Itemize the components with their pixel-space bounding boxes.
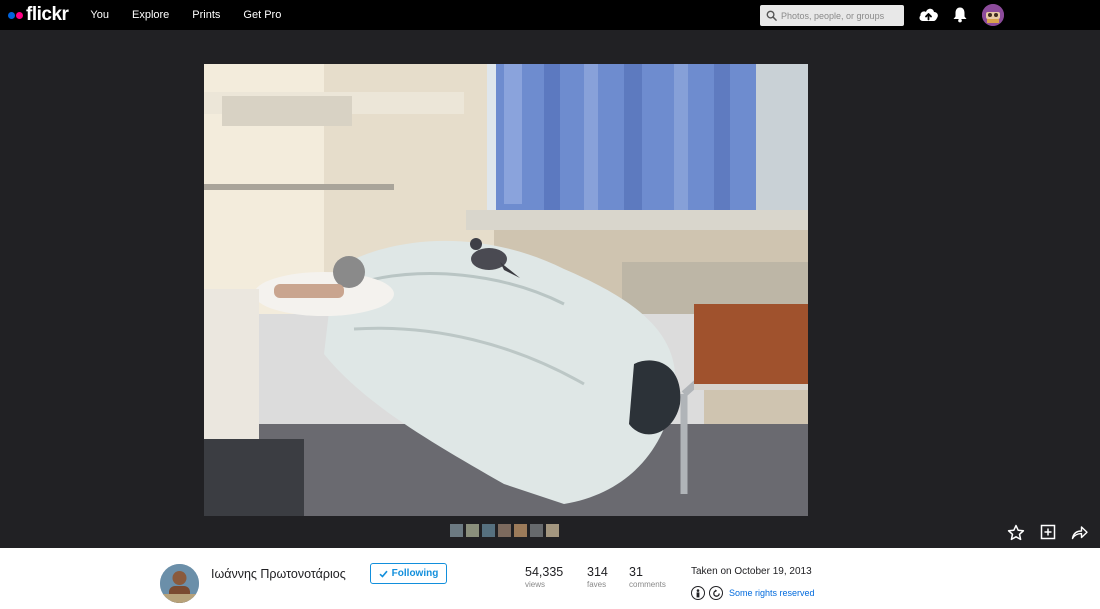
share-alike-icon [709,586,723,600]
favorite-star-icon[interactable] [1007,524,1025,541]
nav-prints[interactable]: Prints [192,9,220,21]
main-nav: You Explore Prints Get Pro [90,9,304,21]
faves-stat[interactable]: 314 faves [587,565,608,589]
flickr-logo[interactable]: flickr [8,4,69,26]
photo-info-bar: Ιωάννης Πρωτονοτάριος Following 54,335 v… [0,548,1100,609]
filmstrip-thumbnail[interactable] [546,524,559,537]
owner-avatar[interactable] [160,564,199,603]
views-count: 54,335 [525,565,564,579]
logo-blue-dot [8,11,15,19]
top-navigation-bar: flickr You Explore Prints Get Pro [0,0,1100,30]
search-icon [766,10,777,21]
views-label: views [525,580,546,589]
checkmark-icon [379,570,388,578]
following-label: Following [391,568,439,579]
nav-you[interactable]: You [90,9,109,21]
views-stat: 54,335 views [525,565,563,589]
comments-count: 31 [629,565,643,579]
attribution-person-icon [691,586,705,600]
user-avatar-image [982,4,1004,26]
logo-text: flickr [26,4,69,25]
filmstrip-thumbnail[interactable] [482,524,495,537]
filmstrip-thumbnail[interactable] [450,524,463,537]
logo-pink-dot [16,11,23,19]
add-to-gallery-icon[interactable] [1040,524,1056,540]
filmstrip-thumbnail[interactable] [530,524,543,537]
taken-date: Taken on October 19, 2013 [691,566,812,577]
faves-label: faves [587,580,607,589]
owner-avatar-image [160,564,199,603]
owner-name-link[interactable]: Ιωάννης Πρωτονοτάριος [211,567,346,581]
photostream-filmstrip [450,524,562,537]
license-info: Some rights reserved [691,586,815,600]
share-arrow-icon[interactable] [1071,525,1088,540]
notifications-bell-icon[interactable] [952,6,968,23]
photo-image [204,64,808,516]
comments-stat[interactable]: 31 comments [629,565,666,589]
filmstrip-thumbnail[interactable] [514,524,527,537]
faves-count: 314 [587,565,608,579]
filmstrip-thumbnail[interactable] [466,524,479,537]
nav-get-pro[interactable]: Get Pro [243,9,281,21]
license-link[interactable]: Some rights reserved [729,588,815,598]
user-avatar[interactable] [982,4,1004,26]
search-box[interactable] [760,5,904,26]
comments-label: comments [629,580,666,589]
filmstrip-thumbnail[interactable] [498,524,511,537]
photo-viewer [0,30,1100,548]
main-photo[interactable] [204,64,808,516]
upload-cloud-icon[interactable] [918,6,939,23]
nav-explore[interactable]: Explore [132,9,169,21]
search-input[interactable] [781,10,899,21]
following-button[interactable]: Following [370,563,447,584]
